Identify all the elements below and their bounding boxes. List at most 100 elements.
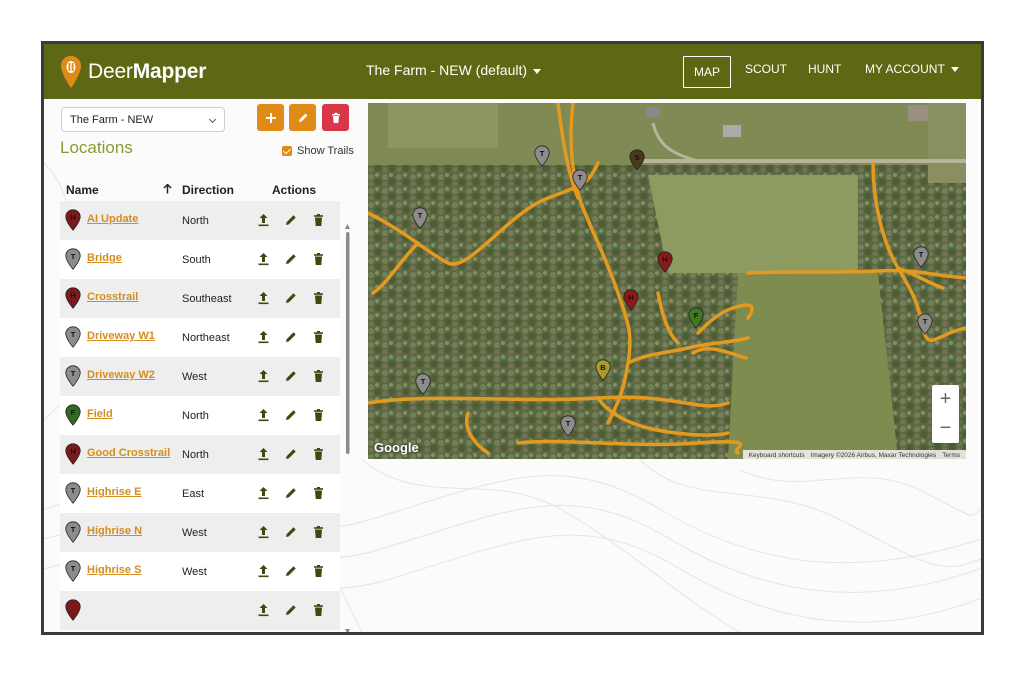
- share-upload-icon[interactable]: [257, 369, 270, 383]
- delete-trash-icon[interactable]: [312, 525, 325, 539]
- satellite-map[interactable]: T T S T H H F T T B T T Google Keyboard shortcuts I…: [368, 103, 966, 459]
- location-name-link[interactable]: Good Crosstrail: [87, 447, 170, 459]
- keyboard-shortcuts-link[interactable]: Keyboard shortcuts: [749, 452, 805, 459]
- location-direction: West: [182, 566, 207, 578]
- edit-pencil-icon[interactable]: [284, 252, 297, 266]
- column-name[interactable]: Name: [66, 183, 99, 197]
- delete-trash-icon[interactable]: [312, 252, 325, 266]
- share-upload-icon[interactable]: [257, 447, 270, 461]
- map-marker-pin-icon[interactable]: T: [913, 246, 929, 273]
- edit-pencil-icon[interactable]: [284, 369, 297, 383]
- location-name-link[interactable]: Highrise E: [87, 486, 141, 498]
- map-marker-pin-icon[interactable]: T: [560, 415, 576, 442]
- zoom-out-button[interactable]: −: [932, 414, 959, 443]
- locations-sidebar: The Farm - NEW Locations Show Trails Nam…: [60, 104, 355, 634]
- share-upload-icon[interactable]: [257, 252, 270, 266]
- svg-text:B: B: [600, 363, 606, 372]
- location-name-link[interactable]: Bridge: [87, 252, 122, 264]
- map-marker-pin-icon[interactable]: B: [595, 359, 611, 386]
- location-name-link[interactable]: Driveway W2: [87, 369, 155, 381]
- brand-name: DeerMapper: [88, 60, 207, 83]
- column-actions: Actions: [272, 183, 317, 197]
- location-row: T Highrise S West: [60, 552, 340, 591]
- location-pin-icon: T: [65, 521, 81, 543]
- edit-pencil-icon[interactable]: [284, 525, 297, 539]
- property-select[interactable]: The Farm - NEW: [61, 107, 225, 132]
- location-name-link[interactable]: Highrise N: [87, 525, 142, 537]
- location-pin-icon: T: [65, 560, 81, 582]
- map-marker-pin-icon[interactable]: T: [917, 313, 933, 340]
- edit-pencil-icon[interactable]: [284, 213, 297, 227]
- nav-scout[interactable]: SCOUT: [745, 62, 787, 76]
- delete-trash-icon[interactable]: [312, 603, 325, 617]
- location-direction: North: [182, 410, 209, 422]
- map-marker-pin-icon[interactable]: F: [688, 307, 704, 334]
- nav-map[interactable]: MAP: [683, 56, 732, 88]
- zoom-in-button[interactable]: +: [932, 385, 959, 414]
- farm-selector-label: The Farm - NEW (default): [366, 62, 528, 78]
- share-upload-icon[interactable]: [257, 603, 270, 617]
- edit-pencil-icon[interactable]: [284, 564, 297, 578]
- terms-link[interactable]: Terms: [942, 452, 960, 459]
- delete-trash-icon[interactable]: [312, 330, 325, 344]
- location-row: H AI Update North: [60, 201, 340, 240]
- edit-property-button[interactable]: [289, 104, 316, 131]
- location-row: T Highrise N West: [60, 513, 340, 552]
- share-upload-icon[interactable]: [257, 213, 270, 227]
- delete-property-button[interactable]: [322, 104, 349, 131]
- share-upload-icon[interactable]: [257, 408, 270, 422]
- location-direction: South: [182, 254, 211, 266]
- map-marker-pin-icon[interactable]: T: [412, 207, 428, 234]
- location-name-link[interactable]: Crosstrail: [87, 291, 138, 303]
- map-marker-pin-icon[interactable]: H: [623, 289, 639, 316]
- trash-icon: [331, 112, 340, 123]
- delete-trash-icon[interactable]: [312, 486, 325, 500]
- edit-pencil-icon[interactable]: [284, 603, 297, 617]
- farm-selector-dropdown[interactable]: The Farm - NEW (default): [366, 62, 542, 78]
- location-row: T Bridge South: [60, 240, 340, 279]
- edit-pencil-icon[interactable]: [284, 291, 297, 305]
- map-marker-pin-icon[interactable]: H: [657, 251, 673, 278]
- edit-pencil-icon[interactable]: [284, 330, 297, 344]
- location-name-link[interactable]: AI Update: [87, 213, 138, 225]
- edit-pencil-icon[interactable]: [284, 408, 297, 422]
- share-upload-icon[interactable]: [257, 564, 270, 578]
- delete-trash-icon[interactable]: [312, 408, 325, 422]
- plus-icon: [265, 112, 276, 123]
- brand-logo[interactable]: DeerMapper: [60, 55, 206, 89]
- delete-trash-icon[interactable]: [312, 213, 325, 227]
- nav-my-account[interactable]: MY ACCOUNT: [865, 62, 959, 76]
- share-upload-icon[interactable]: [257, 291, 270, 305]
- property-select-value: The Farm - NEW: [70, 114, 154, 126]
- map-marker-pin-icon[interactable]: S: [629, 149, 645, 176]
- sort-up-arrow-icon[interactable]: [163, 184, 172, 194]
- location-name-link[interactable]: Highrise S: [87, 564, 141, 576]
- caret-down-icon: [533, 68, 542, 74]
- edit-pencil-icon[interactable]: [284, 486, 297, 500]
- delete-trash-icon[interactable]: [312, 369, 325, 383]
- location-name-link[interactable]: Field: [87, 408, 113, 420]
- location-pin-icon: T: [65, 248, 81, 270]
- table-scrollbar[interactable]: [344, 224, 351, 634]
- add-location-button[interactable]: [257, 104, 284, 131]
- location-pin-icon: H: [65, 209, 81, 231]
- delete-trash-icon[interactable]: [312, 291, 325, 305]
- delete-trash-icon[interactable]: [312, 564, 325, 578]
- map-marker-pin-icon[interactable]: T: [534, 145, 550, 172]
- share-upload-icon[interactable]: [257, 486, 270, 500]
- share-upload-icon[interactable]: [257, 330, 270, 344]
- show-trails-checkbox[interactable]: [282, 146, 292, 156]
- location-name-link[interactable]: Driveway W1: [87, 330, 155, 342]
- nav-hunt[interactable]: HUNT: [808, 62, 841, 76]
- location-direction: Southeast: [182, 293, 232, 305]
- edit-pencil-icon[interactable]: [284, 447, 297, 461]
- column-direction[interactable]: Direction: [182, 183, 234, 197]
- map-marker-pin-icon[interactable]: T: [415, 373, 431, 400]
- delete-trash-icon[interactable]: [312, 447, 325, 461]
- share-upload-icon[interactable]: [257, 525, 270, 539]
- show-trails-toggle[interactable]: Show Trails: [282, 145, 354, 157]
- google-logo: Google: [374, 440, 419, 455]
- svg-text:T: T: [566, 419, 571, 428]
- location-direction: East: [182, 488, 205, 500]
- map-marker-pin-icon[interactable]: T: [572, 169, 588, 196]
